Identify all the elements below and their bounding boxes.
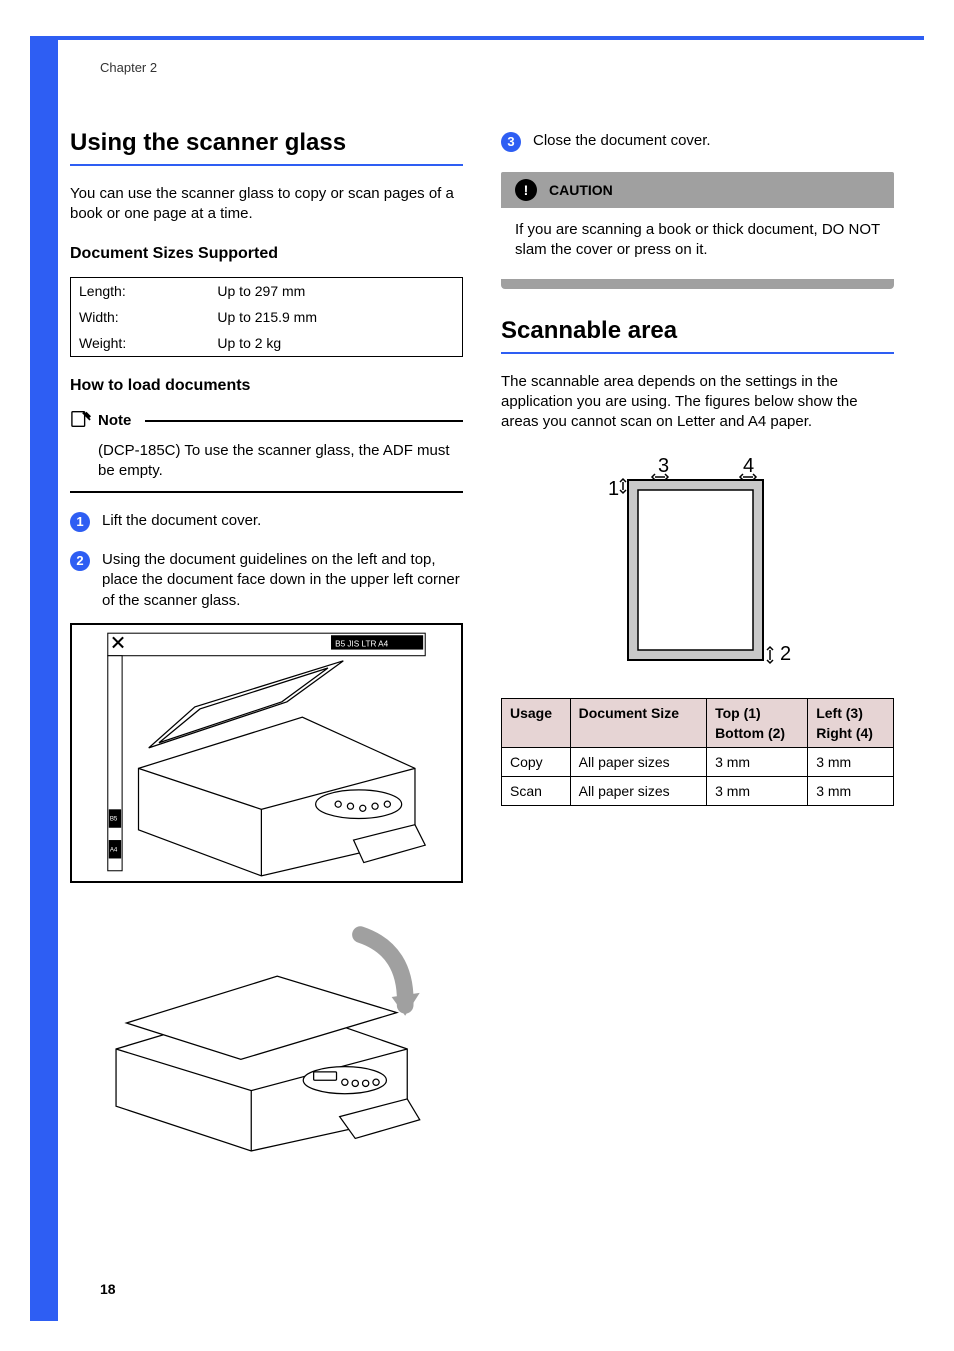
- table-row: Scan All paper sizes 3 mm 3 mm: [502, 777, 894, 806]
- step-3: 3 Close the document cover.: [501, 131, 894, 152]
- diagram-label-3: 3: [658, 455, 669, 477]
- howto-heading: How to load documents: [70, 377, 463, 395]
- caution-icon: !: [515, 179, 537, 201]
- size-value: Up to 2 kg: [209, 330, 462, 357]
- right-column: 3 Close the document cover. ! CAUTION If…: [501, 127, 894, 1153]
- svg-text:B5: B5: [110, 816, 118, 823]
- section-heading: Scannable area: [501, 315, 894, 354]
- diagram-label-4: 4: [743, 455, 754, 477]
- close-cover-illustration: [70, 893, 463, 1153]
- note-box: Note (DCP-185C) To use the scanner glass…: [70, 409, 463, 494]
- step-number-bullet: 1: [70, 512, 90, 532]
- caution-footer-bar: [501, 279, 894, 289]
- step-text: Lift the document cover.: [102, 511, 261, 532]
- size-label: Weight:: [71, 330, 210, 357]
- scanner-glass-illustration: B5 JIS LTR A4 B5 A4: [70, 623, 463, 883]
- table-header-row: Usage Document Size Top (1) Bottom (2) L…: [502, 699, 894, 748]
- table-row: Width:Up to 215.9 mm: [71, 304, 463, 330]
- col-usage: Usage: [502, 699, 571, 748]
- table-row: Copy All paper sizes 3 mm 3 mm: [502, 748, 894, 777]
- caution-header: ! CAUTION: [501, 172, 894, 208]
- note-text: (DCP-185C) To use the scanner glass, the…: [70, 433, 463, 494]
- step-number-bullet: 3: [501, 132, 521, 152]
- chapter-label: Chapter 2: [100, 60, 894, 75]
- table-row: Weight:Up to 2 kg: [71, 330, 463, 357]
- caution-label: CAUTION: [549, 182, 613, 198]
- caution-text: If you are scanning a book or thick docu…: [501, 208, 894, 277]
- col-left-right: Left (3) Right (4): [808, 699, 894, 748]
- note-icon: [70, 409, 92, 433]
- note-label: Note: [98, 412, 131, 429]
- svg-text:B5 JIS LTR A4: B5 JIS LTR A4: [335, 639, 389, 648]
- left-column: Using the scanner glass You can use the …: [70, 127, 463, 1153]
- top-rule: [30, 36, 924, 40]
- step-text: Close the document cover.: [533, 131, 711, 152]
- col-docsize: Document Size: [570, 699, 706, 748]
- size-value: Up to 297 mm: [209, 277, 462, 304]
- scannable-area-diagram: 1 3 4 2: [501, 450, 894, 680]
- sizes-table: Length:Up to 297 mm Width:Up to 215.9 mm…: [70, 277, 463, 357]
- size-value: Up to 215.9 mm: [209, 304, 462, 330]
- step-number-bullet: 2: [70, 551, 90, 571]
- intro-paragraph: The scannable area depends on the settin…: [501, 372, 894, 433]
- svg-text:A4: A4: [110, 846, 118, 853]
- step-2: 2 Using the document guidelines on the l…: [70, 550, 463, 611]
- section-heading: Using the scanner glass: [70, 127, 463, 166]
- left-rule: [30, 36, 58, 1321]
- scannable-area-table: Usage Document Size Top (1) Bottom (2) L…: [501, 698, 894, 806]
- note-rule: [145, 420, 463, 422]
- col-top-bottom: Top (1) Bottom (2): [707, 699, 808, 748]
- two-column-layout: Using the scanner glass You can use the …: [70, 127, 894, 1153]
- sizes-heading: Document Sizes Supported: [70, 245, 463, 263]
- page-content: Chapter 2 Using the scanner glass You ca…: [70, 60, 894, 1291]
- diagram-label-1: 1: [608, 478, 619, 500]
- page-number: 18: [100, 1281, 116, 1297]
- step-text: Using the document guidelines on the lef…: [102, 550, 463, 611]
- intro-paragraph: You can use the scanner glass to copy or…: [70, 184, 463, 225]
- size-label: Length:: [71, 277, 210, 304]
- size-label: Width:: [71, 304, 210, 330]
- table-row: Length:Up to 297 mm: [71, 277, 463, 304]
- diagram-label-2: 2: [780, 643, 791, 665]
- step-1: 1 Lift the document cover.: [70, 511, 463, 532]
